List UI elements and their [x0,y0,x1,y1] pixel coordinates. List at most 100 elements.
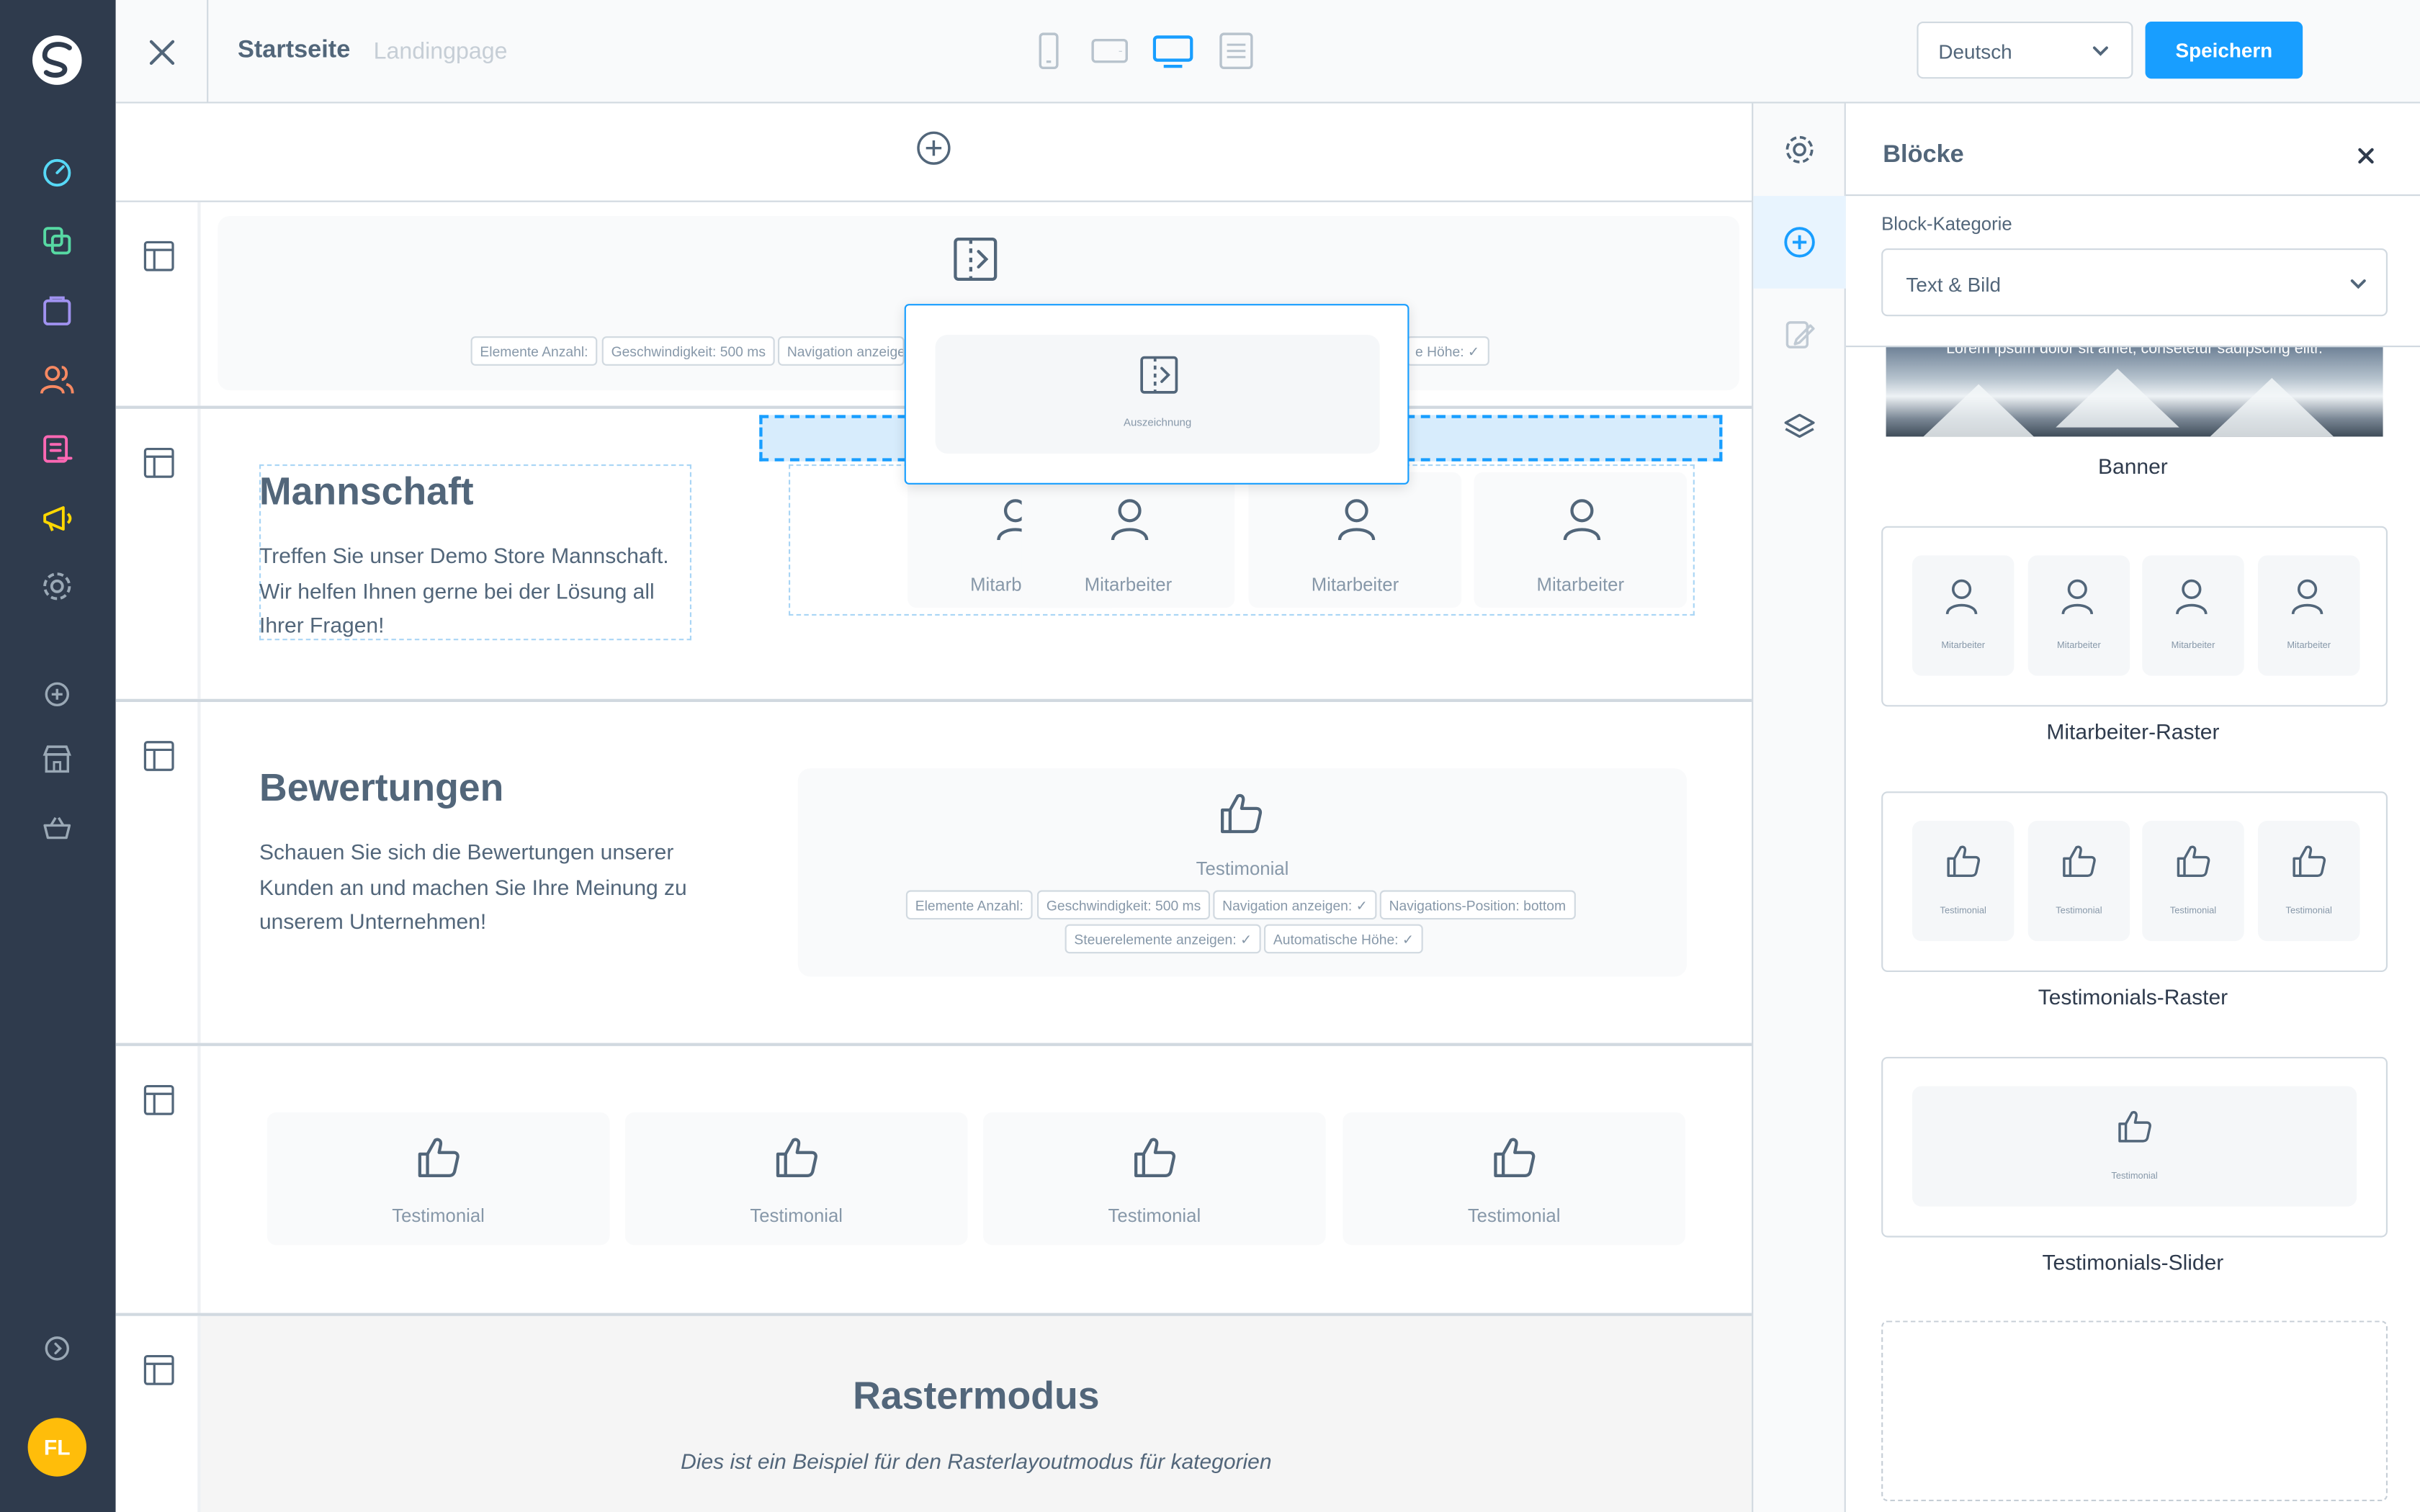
block-list[interactable]: Lorem ipsum dolor sit amet, consetetur s… [1845,346,2420,1512]
customers-icon[interactable] [40,363,74,397]
section-layout-icon[interactable] [142,1353,176,1387]
layers-icon [1784,413,1815,438]
employee-card[interactable]: Mitarbeiter [1248,472,1462,608]
section-layout-icon[interactable] [142,1083,176,1117]
block-preview-placeholder[interactable] [1881,1320,2388,1501]
page-type-label: Landingpage [373,38,508,65]
section-layout-icon[interactable] [142,739,176,773]
user-icon [2291,579,2323,615]
drag-preview[interactable]: Auszeichnung [904,304,1410,485]
config-chip: Geschwindigkeit: 500 ms [1037,890,1211,920]
banner-preview-image[interactable]: Lorem ipsum dolor sit amet, consetetur s… [1886,347,2383,437]
banner-overlay-text: Lorem ipsum dolor sit amet, consetetur s… [1946,347,2323,359]
thumbs-up-icon [2293,845,2326,877]
tab-page-settings[interactable] [1753,104,1846,197]
mini-employee-label: Mitarbeiter [2171,642,2215,652]
testimonial-card[interactable]: Testimonial [624,1112,968,1246]
add-section-icon[interactable] [915,130,952,166]
user-icon [1111,499,1149,541]
thumbs-up-icon [1947,845,1981,877]
panel-header: Blöcke [1845,104,2420,197]
form-view-icon[interactable] [1216,32,1257,69]
tab-layers[interactable] [1753,381,1846,474]
sidebar-tabs [1752,103,1846,1512]
language-select[interactable]: Deutsch [1917,22,2133,79]
content-icon[interactable] [40,432,74,466]
team-text: Treffen Sie unser Demo Store Mannschaft.… [259,543,669,637]
tab-add-blocks[interactable] [1753,196,1846,289]
close-panel-icon[interactable] [2357,147,2375,166]
testimonial-label: Testimonial [1467,1205,1561,1227]
block-label-testimonial-grid: Testimonials-Raster [2038,984,2228,1009]
testimonial-card[interactable]: Testimonial [983,1112,1326,1246]
mini-testimonial-card: Testimonial [2142,821,2244,942]
marketing-icon[interactable] [40,501,74,535]
mini-testimonial-label: Testimonial [2111,1172,2158,1182]
block-preview-employee-grid[interactable]: Mitarbeiter Mitarbeiter Mitarbeiter Mita… [1881,526,2388,707]
testimonial-label: Testimonial [1108,1205,1201,1227]
mini-employee-label: Mitarbeiter [1941,642,1986,652]
blocks-panel: Blöcke Block-Kategorie Text & Bild Lorem… [1845,103,2420,1512]
employee-card[interactable]: Mitarbeiter [1474,472,1688,608]
config-chip: Elemente Anzahl: [905,890,1033,920]
testimonial-label: Testimonial [750,1205,843,1227]
gear-icon [1785,135,1814,163]
collapse-menu-icon[interactable] [40,1331,74,1365]
markup-icon [1140,356,1178,394]
tab-edit-content[interactable] [1753,289,1846,382]
slider-markup-icon [954,238,998,282]
mini-testimonial-label: Testimonial [2169,907,2217,917]
mini-employee-card: Mitarbeiter [2258,555,2360,676]
block-category-value: Text & Bild [1906,273,2002,297]
user-avatar[interactable]: FL [27,1418,86,1477]
testimonial-label: Testimonial [392,1205,485,1227]
testimonial-slider-block[interactable]: Testimonial Elemente Anzahl: Geschwindig… [797,768,1688,977]
panel-title: Blöcke [1883,142,1964,168]
config-chip: Navigations-Position: bottom [1379,890,1575,920]
admin-sidebar: FL [0,0,116,1512]
mobile-view-icon[interactable] [1028,32,1068,69]
add-block-icon [1784,227,1815,258]
thumbs-up-icon [2177,845,2210,877]
close-editor-button[interactable] [116,0,209,104]
add-plus-circle-icon[interactable] [40,678,74,711]
catalog-icon[interactable] [40,224,74,258]
save-button[interactable]: Speichern [2145,22,2303,79]
config-chip: Navigation anzeigen: ✓ [1213,890,1377,920]
testimonial-card[interactable]: Testimonial [1343,1112,1685,1246]
user-icon [2176,579,2208,615]
thumbs-up-icon [1220,793,1263,834]
desktop-view-icon[interactable] [1152,32,1193,69]
basket-icon[interactable] [40,811,74,845]
user-icon [1337,499,1376,541]
storefront-icon[interactable] [40,742,74,776]
mini-testimonial-label: Testimonial [2056,907,2102,917]
block-preview-testimonial-slider[interactable]: Testimonial [1881,1056,2388,1238]
section-layout-icon[interactable] [142,446,176,480]
employee-card[interactable]: Mitarbeiter [1021,472,1235,608]
app-root: FL Startseite Landingpage Deutsch Speich… [0,0,2420,1512]
chevron-down-icon [2350,279,2366,289]
orders-icon[interactable] [40,293,74,327]
section-layout-icon[interactable] [142,239,176,273]
config-chip: Steuerelemente anzeigen: ✓ [1065,924,1261,954]
thumbs-up-icon [776,1138,817,1177]
add-section-row [115,104,1752,202]
chevron-down-icon [2092,46,2108,56]
config-chip: Elemente Anzahl: [470,336,598,366]
tablet-view-icon[interactable] [1090,32,1130,69]
block-preview-testimonial-grid[interactable]: Testimonial Testimonial Testimonial Test… [1881,791,2388,972]
language-value: Deutsch [1938,40,2012,63]
shopware-logo[interactable] [31,34,84,86]
block-category-select[interactable]: Text & Bild [1881,248,2388,317]
mini-employee-label: Mitarbeiter [2057,642,2101,652]
testimonial-card[interactable]: Testimonial [266,1112,610,1246]
block-label-employee-grid: Mitarbeiter-Raster [2046,719,2220,744]
grid-mode-title: Rastermodus [853,1374,1100,1418]
mini-employee-label: Mitarbeiter [2287,642,2331,652]
dashboard-icon[interactable] [40,154,74,188]
mini-testimonial-label: Testimonial [2285,907,2332,917]
section-gutter [115,1315,201,1512]
settings-icon[interactable] [40,570,74,603]
close-icon [148,39,174,64]
